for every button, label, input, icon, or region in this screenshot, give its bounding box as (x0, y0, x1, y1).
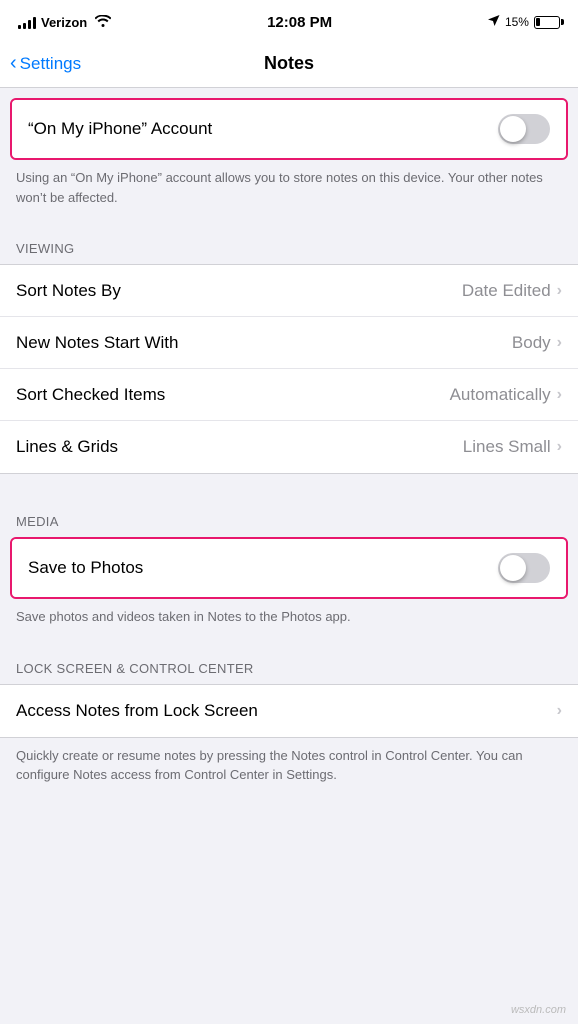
sort-checked-chevron-icon: › (557, 386, 562, 404)
new-notes-row[interactable]: New Notes Start With Body › (0, 317, 578, 369)
battery-icon (534, 16, 560, 29)
save-to-photos-description: Save photos and videos taken in Notes to… (0, 599, 578, 641)
media-section-header: MEDIA (0, 494, 578, 537)
location-icon (488, 15, 500, 30)
lines-grids-row[interactable]: Lines & Grids Lines Small › (0, 421, 578, 473)
battery-percent: 15% (505, 15, 529, 29)
watermark: wsxdn.com (511, 1004, 566, 1016)
lock-screen-group: Access Notes from Lock Screen › (0, 684, 578, 738)
status-left: Verizon (18, 14, 111, 30)
back-chevron-icon: ‹ (10, 53, 17, 73)
back-button[interactable]: ‹ Settings (10, 54, 81, 74)
on-my-iphone-section: “On My iPhone” Account (10, 98, 568, 160)
time-label: 12:08 PM (267, 14, 332, 31)
sort-checked-row[interactable]: Sort Checked Items Automatically › (0, 369, 578, 421)
nav-bar: ‹ Settings Notes (0, 40, 578, 88)
status-right: 15% (488, 15, 560, 30)
lock-screen-description: Quickly create or resume notes by pressi… (0, 738, 578, 799)
lines-grids-chevron-icon: › (557, 438, 562, 456)
sort-notes-row[interactable]: Sort Notes By Date Edited › (0, 265, 578, 317)
page-title: Notes (264, 53, 314, 74)
new-notes-chevron-icon: › (557, 334, 562, 352)
on-my-iphone-row[interactable]: “On My iPhone” Account (12, 100, 566, 158)
lines-grids-value: Lines Small (463, 437, 551, 457)
signal-bars-icon (18, 15, 36, 29)
content: “On My iPhone” Account Using an “On My i… (0, 98, 578, 829)
save-to-photos-row[interactable]: Save to Photos (12, 539, 566, 597)
sort-checked-label: Sort Checked Items (16, 385, 450, 405)
access-notes-label: Access Notes from Lock Screen (16, 701, 557, 721)
spacer (0, 474, 578, 494)
status-bar: Verizon 12:08 PM 15% (0, 0, 578, 40)
back-label: Settings (20, 54, 81, 74)
access-notes-row[interactable]: Access Notes from Lock Screen › (0, 685, 578, 737)
carrier-label: Verizon (41, 15, 87, 30)
viewing-group: Sort Notes By Date Edited › New Notes St… (0, 264, 578, 474)
on-my-iphone-toggle[interactable] (498, 114, 550, 144)
on-my-iphone-description: Using an “On My iPhone” account allows y… (0, 160, 578, 221)
sort-notes-chevron-icon: › (557, 282, 562, 300)
sort-notes-label: Sort Notes By (16, 281, 462, 301)
sort-notes-value: Date Edited (462, 281, 551, 301)
wifi-icon (95, 14, 111, 30)
sort-checked-value: Automatically (450, 385, 551, 405)
save-to-photos-toggle[interactable] (498, 553, 550, 583)
lock-screen-section-header: LOCK SCREEN & CONTROL CENTER (0, 641, 578, 684)
lines-grids-label: Lines & Grids (16, 437, 463, 457)
viewing-section-header: VIEWING (0, 221, 578, 264)
on-my-iphone-label: “On My iPhone” Account (28, 119, 498, 139)
access-notes-chevron-icon: › (557, 702, 562, 720)
new-notes-value: Body (512, 333, 551, 353)
save-to-photos-section: Save to Photos (10, 537, 568, 599)
save-to-photos-label: Save to Photos (28, 558, 498, 578)
new-notes-label: New Notes Start With (16, 333, 512, 353)
